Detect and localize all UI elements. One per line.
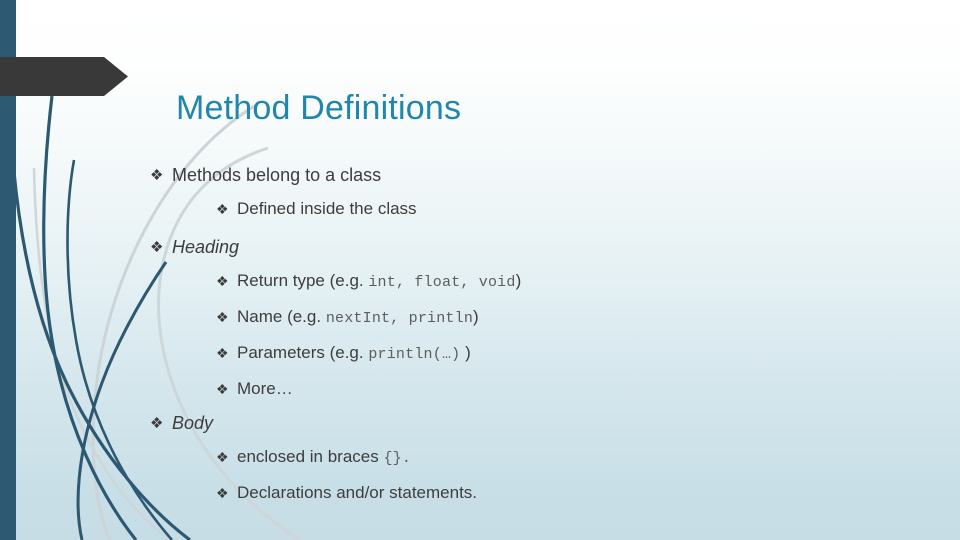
list-item-label: Name (e.g. nextInt, println) xyxy=(237,300,479,336)
swoosh-dark-1 xyxy=(42,95,138,540)
list-item-tail: ) xyxy=(460,343,471,362)
diamond-bullet-icon: ❖ xyxy=(150,415,164,432)
list-item: ❖ Methods belong to a class xyxy=(150,158,910,192)
list-item-label: Defined inside the class xyxy=(237,199,417,218)
diamond-bullet-icon: ❖ xyxy=(216,273,229,289)
slide-canvas: Method Definitions ❖ Methods belong to a… xyxy=(0,0,960,540)
diamond-bullet-icon: ❖ xyxy=(216,345,229,361)
diamond-bullet-icon: ❖ xyxy=(216,485,229,501)
list-item-text: enclosed in braces xyxy=(237,447,384,466)
diamond-bullet-icon: ❖ xyxy=(216,201,229,217)
code-snippet: {}. xyxy=(383,450,412,467)
diamond-bullet-icon: ❖ xyxy=(150,239,164,256)
list-item-label: Return type (e.g. int, float, void) xyxy=(237,264,521,300)
list-item-text: Parameters (e.g. xyxy=(237,343,369,362)
list-item: ❖ Parameters (e.g. println(…) ) xyxy=(216,336,910,372)
list-item-label: More… xyxy=(237,379,293,398)
list-item: ❖ Declarations and/or statements. xyxy=(216,476,910,510)
list-item: ❖ More… xyxy=(216,372,910,406)
code-snippet: println(…) xyxy=(368,346,461,363)
arrow-banner xyxy=(0,57,128,96)
list-item-text: Return type (e.g. xyxy=(237,271,369,290)
list-item-tail: ) xyxy=(473,307,479,326)
list-item: ❖ Heading xyxy=(150,230,910,264)
list-item: ❖ Defined inside the class xyxy=(216,192,910,226)
bullet-list: ❖ Methods belong to a class ❖ Defined in… xyxy=(150,158,910,510)
list-item-label: Body xyxy=(172,413,214,433)
list-item: ❖ enclosed in braces {}. xyxy=(216,440,910,476)
list-item-tail: ) xyxy=(515,271,522,290)
list-item-label: Declarations and/or statements. xyxy=(237,483,478,502)
list-item: ❖ Name (e.g. nextInt, println) xyxy=(216,300,910,336)
list-item-text: Name (e.g. xyxy=(237,307,326,326)
diamond-bullet-icon: ❖ xyxy=(216,449,229,465)
list-item-label: Parameters (e.g. println(…) ) xyxy=(237,336,471,372)
diamond-bullet-icon: ❖ xyxy=(216,381,229,397)
list-item-label: Methods belong to a class xyxy=(172,165,382,185)
list-item-label: Heading xyxy=(172,237,240,257)
list-item: ❖ Return type (e.g. int, float, void) xyxy=(216,264,910,300)
list-item-label: enclosed in braces {}. xyxy=(237,440,411,476)
list-item: ❖ Body xyxy=(150,406,910,440)
code-snippet: int, float, void xyxy=(368,274,516,291)
code-snippet: nextInt, println xyxy=(325,310,474,327)
diamond-bullet-icon: ❖ xyxy=(216,309,229,325)
diamond-bullet-icon: ❖ xyxy=(150,167,164,184)
page-title: Method Definitions xyxy=(176,88,462,127)
